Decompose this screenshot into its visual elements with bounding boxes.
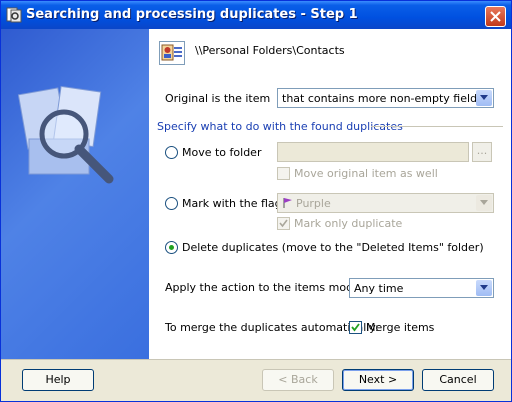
- apply-action-label: Apply the action to the items modified: [165, 281, 377, 294]
- modified-time-value: Any time: [354, 282, 404, 295]
- merge-items-checkbox[interactable]: [349, 321, 362, 334]
- back-button[interactable]: < Back: [262, 369, 334, 391]
- mark-only-duplicate-checkbox[interactable]: [277, 217, 290, 230]
- dialog-window: Searching and processing duplicates - St…: [0, 0, 512, 402]
- duplicates-search-illustration: [17, 85, 114, 184]
- title-bar[interactable]: Searching and processing duplicates - St…: [1, 1, 511, 29]
- next-button[interactable]: Next >: [342, 369, 414, 391]
- flag-value: Purple: [296, 197, 331, 210]
- flag-dropdown[interactable]: Purple: [277, 193, 494, 213]
- delete-duplicates-radio[interactable]: [165, 241, 178, 254]
- mark-with-flag-label: Mark with the flag: [182, 197, 282, 210]
- wizard-footer: Help < Back Next > Cancel: [1, 359, 511, 401]
- merge-label: To merge the duplicates automatically:: [165, 321, 379, 334]
- cancel-button[interactable]: Cancel: [422, 369, 494, 391]
- move-to-folder-label: Move to folder: [182, 146, 262, 159]
- contact-folder-icon: [159, 41, 185, 65]
- chevron-down-icon[interactable]: [476, 280, 492, 296]
- move-original-label: Move original item as well: [294, 167, 438, 180]
- browse-folder-button[interactable]: ...: [472, 142, 492, 162]
- move-folder-field[interactable]: [277, 142, 469, 162]
- chevron-down-icon[interactable]: [476, 195, 492, 211]
- merge-items-label: Merge items: [366, 321, 435, 334]
- move-original-checkbox[interactable]: [277, 167, 290, 180]
- wizard-side-panel: [1, 29, 149, 359]
- section-divider: [371, 126, 503, 127]
- mark-only-duplicate-label: Mark only duplicate: [294, 217, 403, 230]
- close-icon: [490, 11, 501, 22]
- close-button[interactable]: [485, 6, 506, 27]
- help-button[interactable]: Help: [22, 369, 94, 391]
- modified-time-dropdown[interactable]: Any time: [349, 278, 494, 298]
- mark-with-flag-radio[interactable]: [165, 197, 178, 210]
- window-title: Searching and processing duplicates - St…: [26, 7, 358, 22]
- flag-icon: [283, 198, 292, 208]
- original-item-value: that contains more non-empty fields: [282, 92, 483, 105]
- move-to-folder-radio[interactable]: [165, 146, 178, 159]
- delete-duplicates-label: Delete duplicates (move to the "Deleted …: [182, 241, 484, 254]
- chevron-down-icon[interactable]: [476, 90, 492, 106]
- original-item-dropdown[interactable]: that contains more non-empty fields: [277, 88, 494, 108]
- original-label: Original is the item: [165, 92, 271, 105]
- app-icon: [6, 7, 22, 23]
- section-title: Specify what to do with the found duplic…: [157, 120, 403, 133]
- folder-path: \\Personal Folders\Contacts: [195, 44, 345, 57]
